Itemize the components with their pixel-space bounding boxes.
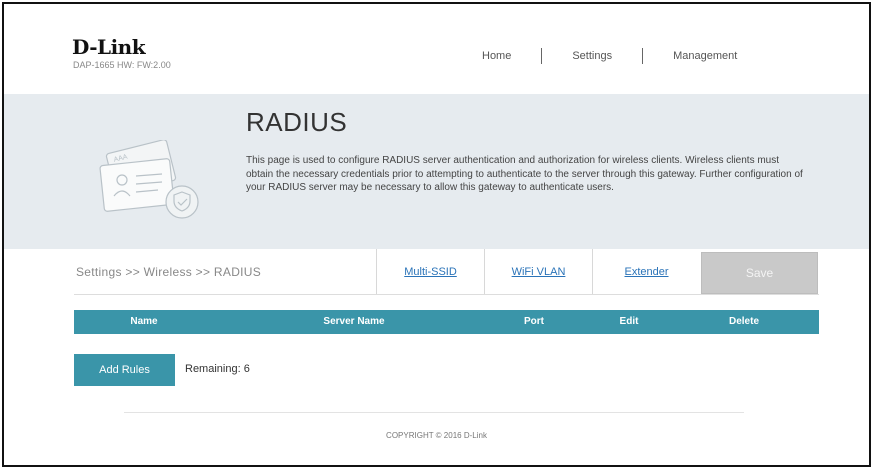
dlink-logo[interactable]: D-Link [72, 35, 146, 59]
column-server-name: Server Name [323, 316, 385, 327]
tab-multi-ssid[interactable]: Multi-SSID [376, 249, 484, 294]
footer-divider [124, 412, 744, 413]
page-title: RADIUS [246, 107, 348, 137]
add-rules-button[interactable]: Add Rules [74, 354, 175, 386]
nav-divider [642, 48, 644, 64]
breadcrumb-row: Settings >> Wireless >> RADIUS Multi-SSI… [4, 249, 869, 295]
column-port: Port [524, 316, 544, 327]
tab-extender[interactable]: Extender [592, 249, 700, 294]
page-frame: D-Link DAP-1665 HW: FW:2.00 Home Setting… [2, 2, 871, 467]
header: D-Link DAP-1665 HW: FW:2.00 Home Setting… [4, 4, 869, 94]
radius-table-header: Name Server Name Port Edit Delete [74, 310, 819, 334]
nav-settings[interactable]: Settings [572, 50, 612, 62]
column-name: Name [130, 316, 158, 327]
page-description: This page is used to configure RADIUS se… [246, 155, 803, 193]
save-button[interactable]: Save [701, 252, 818, 294]
copyright: COPYRIGHT © 2016 D-Link [386, 431, 487, 440]
column-edit: Edit [619, 316, 639, 327]
remaining-count: Remaining: 6 [185, 363, 250, 375]
nav-management[interactable]: Management [673, 50, 737, 62]
nav-divider [541, 48, 543, 64]
radius-credentials-icon: AAA [99, 140, 199, 219]
page-banner: AAA RADIUS This page is used to configur… [4, 94, 869, 249]
breadcrumb: Settings >> Wireless >> RADIUS [76, 265, 262, 279]
nav-home[interactable]: Home [482, 50, 511, 62]
top-navigation: Home Settings Management [482, 48, 737, 64]
breadcrumb-divider [74, 294, 819, 295]
tab-wifi-vlan[interactable]: WiFi VLAN [484, 249, 592, 294]
model-info: DAP-1665 HW: FW:2.00 [73, 60, 171, 70]
column-delete: Delete [728, 316, 759, 327]
